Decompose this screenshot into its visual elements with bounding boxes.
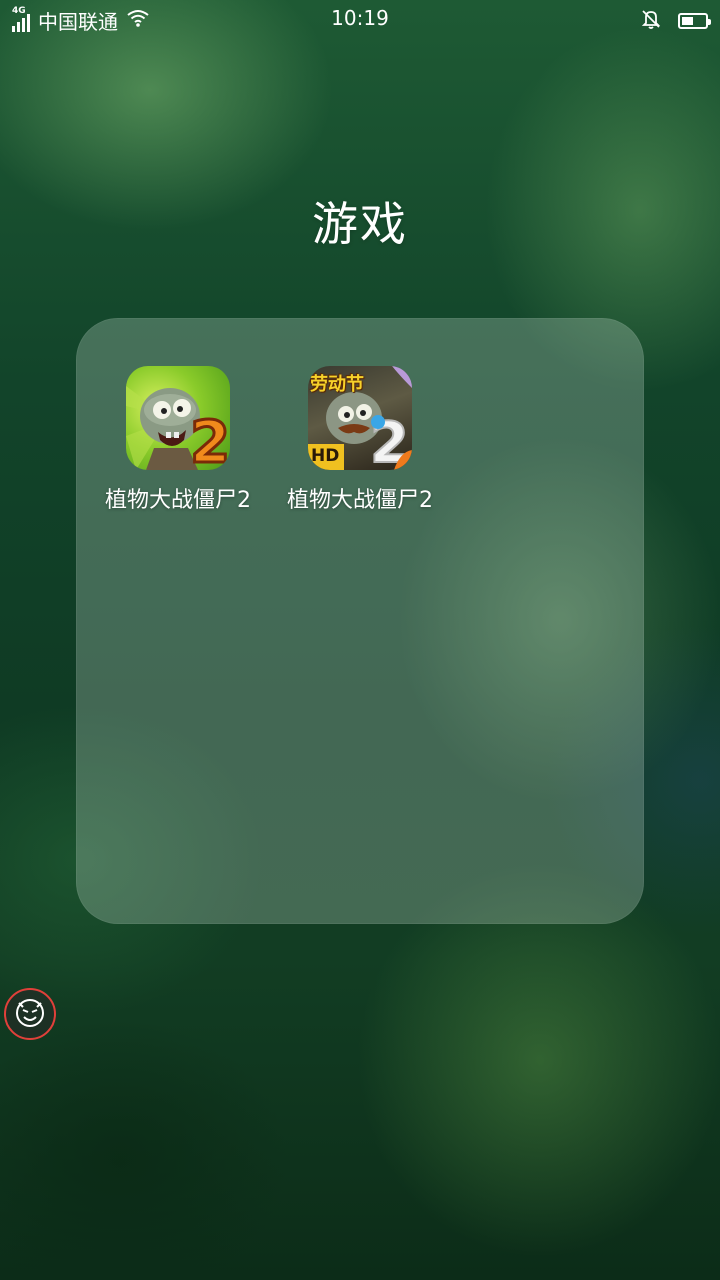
folder-panel: 2 植物大战僵尸2 2 劳动节 HD 植物大战僵尸2 (76, 318, 644, 924)
devil-face-icon (13, 995, 47, 1033)
folder-title[interactable]: 游戏 (0, 188, 720, 254)
floating-assistant-button[interactable] (4, 988, 56, 1040)
battery-level-fill (682, 17, 693, 25)
status-bar: 4G 中国联通 10:19 (0, 0, 720, 38)
app-label: 植物大战僵尸2 (287, 488, 433, 513)
app-pvz2-hd[interactable]: 2 劳动节 HD 植物大战僵尸2 (270, 366, 450, 514)
svg-text:2: 2 (190, 408, 230, 470)
pvz2-hd-labor-day-icon[interactable]: 2 劳动节 HD (308, 366, 412, 470)
mute-bell-icon (640, 8, 662, 34)
pvz2-icon[interactable]: 2 (126, 366, 230, 470)
labor-day-badge: 劳动节 (310, 374, 364, 395)
battery-icon (678, 13, 711, 29)
status-right (640, 8, 711, 34)
app-label: 植物大战僵尸2 (105, 488, 251, 513)
clock: 10:19 (331, 6, 389, 30)
app-pvz2[interactable]: 2 植物大战僵尸2 (88, 366, 268, 514)
hd-badge: HD (311, 446, 340, 466)
